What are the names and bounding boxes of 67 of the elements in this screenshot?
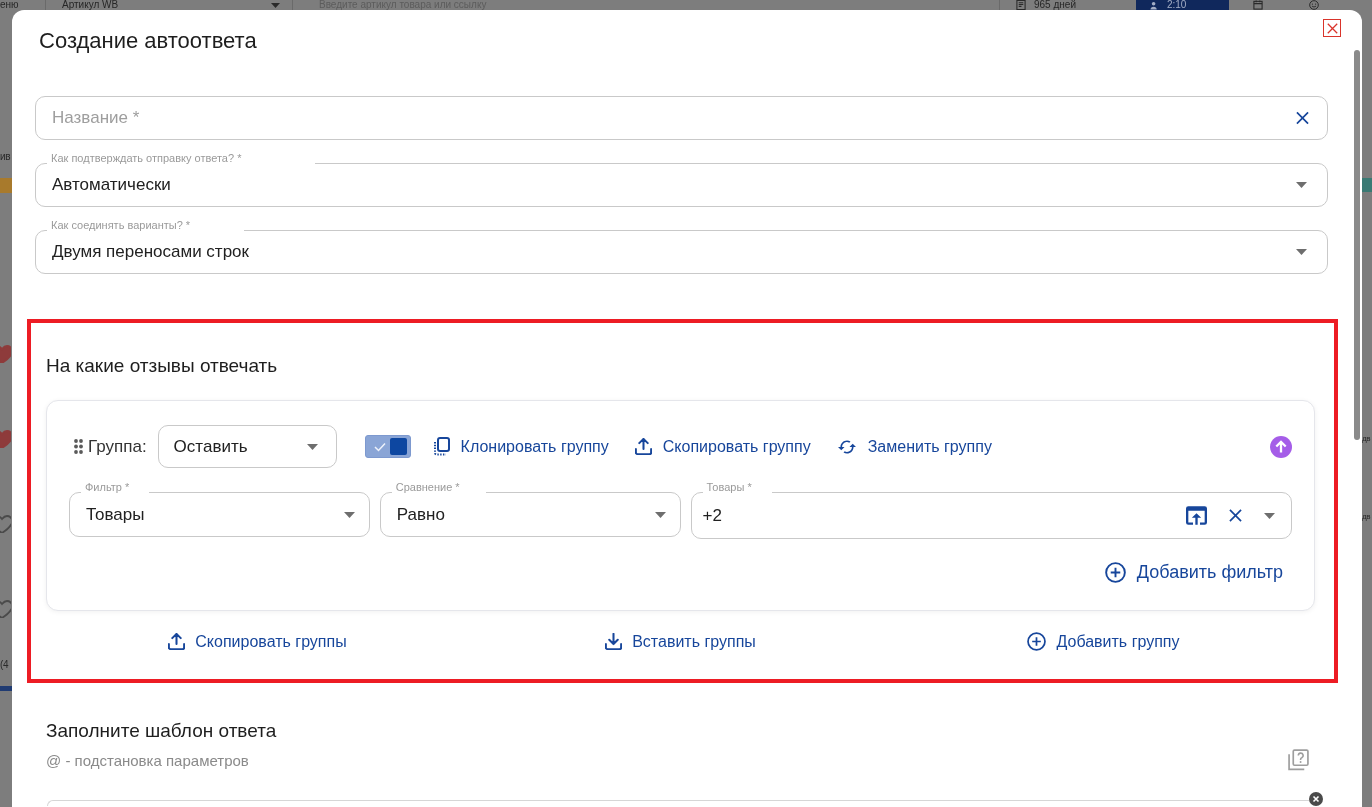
caret-icon	[306, 443, 318, 450]
multi-select-field[interactable]: +2	[690, 492, 1292, 539]
replace-group-button[interactable]: Заменить группу	[836, 437, 992, 456]
box-arrow-up-icon[interactable]	[1186, 506, 1207, 525]
arrow-up-circle-icon[interactable]	[1270, 435, 1292, 458]
caret-icon	[1296, 182, 1307, 188]
close-circle-icon[interactable]	[1309, 792, 1323, 806]
text-fragment: дв	[1362, 433, 1371, 445]
heart-icon[interactable]	[0, 515, 11, 533]
article-select[interactable]: Артикул WB	[46, 0, 292, 10]
clone-group-button[interactable]: Клонировать группу	[432, 437, 609, 456]
upload-icon	[634, 438, 652, 455]
group-mode-select[interactable]: Оставить	[157, 425, 337, 468]
document-icon	[1016, 0, 1026, 10]
field-label: Как соединять варианты? *	[51, 219, 191, 231]
clear-icon[interactable]	[1229, 509, 1242, 522]
caret-icon	[654, 511, 666, 518]
timer-badge[interactable]: 2:10	[1135, 0, 1229, 10]
plus-circle-icon	[1027, 632, 1047, 651]
accent-bar	[1362, 178, 1372, 192]
select-field[interactable]: Двумя переносами строк	[35, 230, 1328, 274]
toggle-switch[interactable]	[364, 435, 411, 458]
calendar-icon[interactable]	[1252, 0, 1263, 10]
field-label: Товары *	[706, 481, 752, 493]
upload-icon	[168, 633, 186, 650]
add-group-button[interactable]: Добавить группу	[1027, 632, 1180, 651]
plus-circle-icon	[1104, 562, 1126, 583]
close-icon	[1326, 22, 1338, 34]
caret-icon	[343, 511, 355, 518]
select-field[interactable]: Равно	[379, 492, 681, 537]
heart-icon[interactable]	[0, 600, 11, 618]
download-icon	[605, 633, 623, 650]
scrollbar[interactable]	[1354, 50, 1360, 440]
person-icon	[1149, 0, 1159, 10]
group-label: Группа:	[88, 436, 147, 457]
close-button[interactable]	[1323, 19, 1341, 37]
section-title: Заполните шаблон ответа	[46, 719, 278, 743]
hint-text: @ - подстановка параметров	[46, 751, 249, 769]
drag-handle-icon[interactable]	[74, 439, 83, 454]
accent-bar	[0, 178, 12, 193]
help-square-icon[interactable]	[1288, 749, 1309, 771]
days-label: 965 дней	[1034, 0, 1076, 10]
menu-label[interactable]: еню	[0, 0, 45, 10]
timer-text: 2:10	[1166, 0, 1187, 10]
paste-groups-button[interactable]: Вставить группы	[605, 632, 756, 651]
add-filter-button[interactable]: Добавить фильтр	[1104, 562, 1283, 583]
field-label: Фильтр *	[85, 481, 130, 493]
text-fragment: ив	[0, 150, 11, 164]
check-icon	[373, 441, 386, 452]
caret-icon	[1296, 249, 1307, 255]
caret-icon	[1264, 512, 1275, 519]
clear-icon[interactable]	[1296, 111, 1309, 125]
text-fragment: дв	[1362, 511, 1371, 523]
dialog-title: Создание автоответа	[39, 27, 257, 55]
field-label: Сравнение *	[395, 481, 460, 493]
accent-bar	[0, 686, 12, 691]
copy-groups-button[interactable]: Скопировать группы	[168, 632, 347, 651]
smiley-icon[interactable]	[1308, 0, 1319, 10]
field-label: Как подтверждать отправку ответа? *	[51, 152, 242, 164]
caret-icon	[271, 2, 280, 8]
name-input-field[interactable]: Название *	[35, 96, 1328, 140]
copy-icon	[432, 437, 450, 456]
section-title: На какие отзывы отвечать	[46, 354, 279, 378]
select-field[interactable]: Автоматически	[35, 163, 1328, 207]
copy-group-button[interactable]: Скопировать группу	[634, 437, 811, 456]
text-fragment: (4	[0, 658, 9, 672]
select-field[interactable]: Товары	[69, 492, 370, 537]
